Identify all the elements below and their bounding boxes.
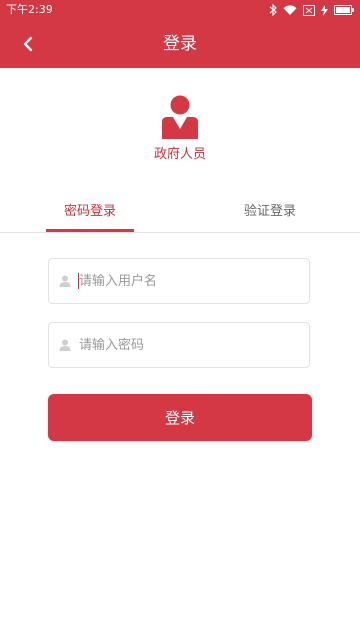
tab-code-login[interactable]: 验证登录: [226, 196, 314, 230]
status-time: 下午2:39: [6, 3, 53, 16]
tab-password-login[interactable]: 密码登录: [46, 196, 134, 232]
password-field: [48, 322, 310, 368]
user-icon: [59, 275, 71, 287]
login-button[interactable]: 登录: [48, 394, 312, 441]
status-bar: 下午2:39: [0, 0, 360, 20]
username-field: [48, 258, 310, 304]
bluetooth-icon: [269, 4, 277, 16]
page-title: 登录: [163, 34, 197, 54]
status-icons: [269, 3, 354, 17]
username-input[interactable]: [79, 259, 301, 303]
person-icon: [162, 95, 198, 139]
wifi-icon: [283, 4, 297, 15]
login-screen: 下午2:39 登录 政府人员 密码登录 验证登录 请输入用户名 登录: [0, 0, 360, 640]
password-input[interactable]: [79, 323, 301, 367]
login-tabs: 密码登录 验证登录: [0, 196, 360, 233]
battery-icon: [334, 5, 354, 15]
role-label: 政府人员: [153, 147, 206, 162]
user-icon: [59, 339, 71, 351]
charging-icon: [321, 4, 328, 16]
sim-icon: [303, 4, 315, 16]
app-header: 登录: [0, 20, 360, 68]
